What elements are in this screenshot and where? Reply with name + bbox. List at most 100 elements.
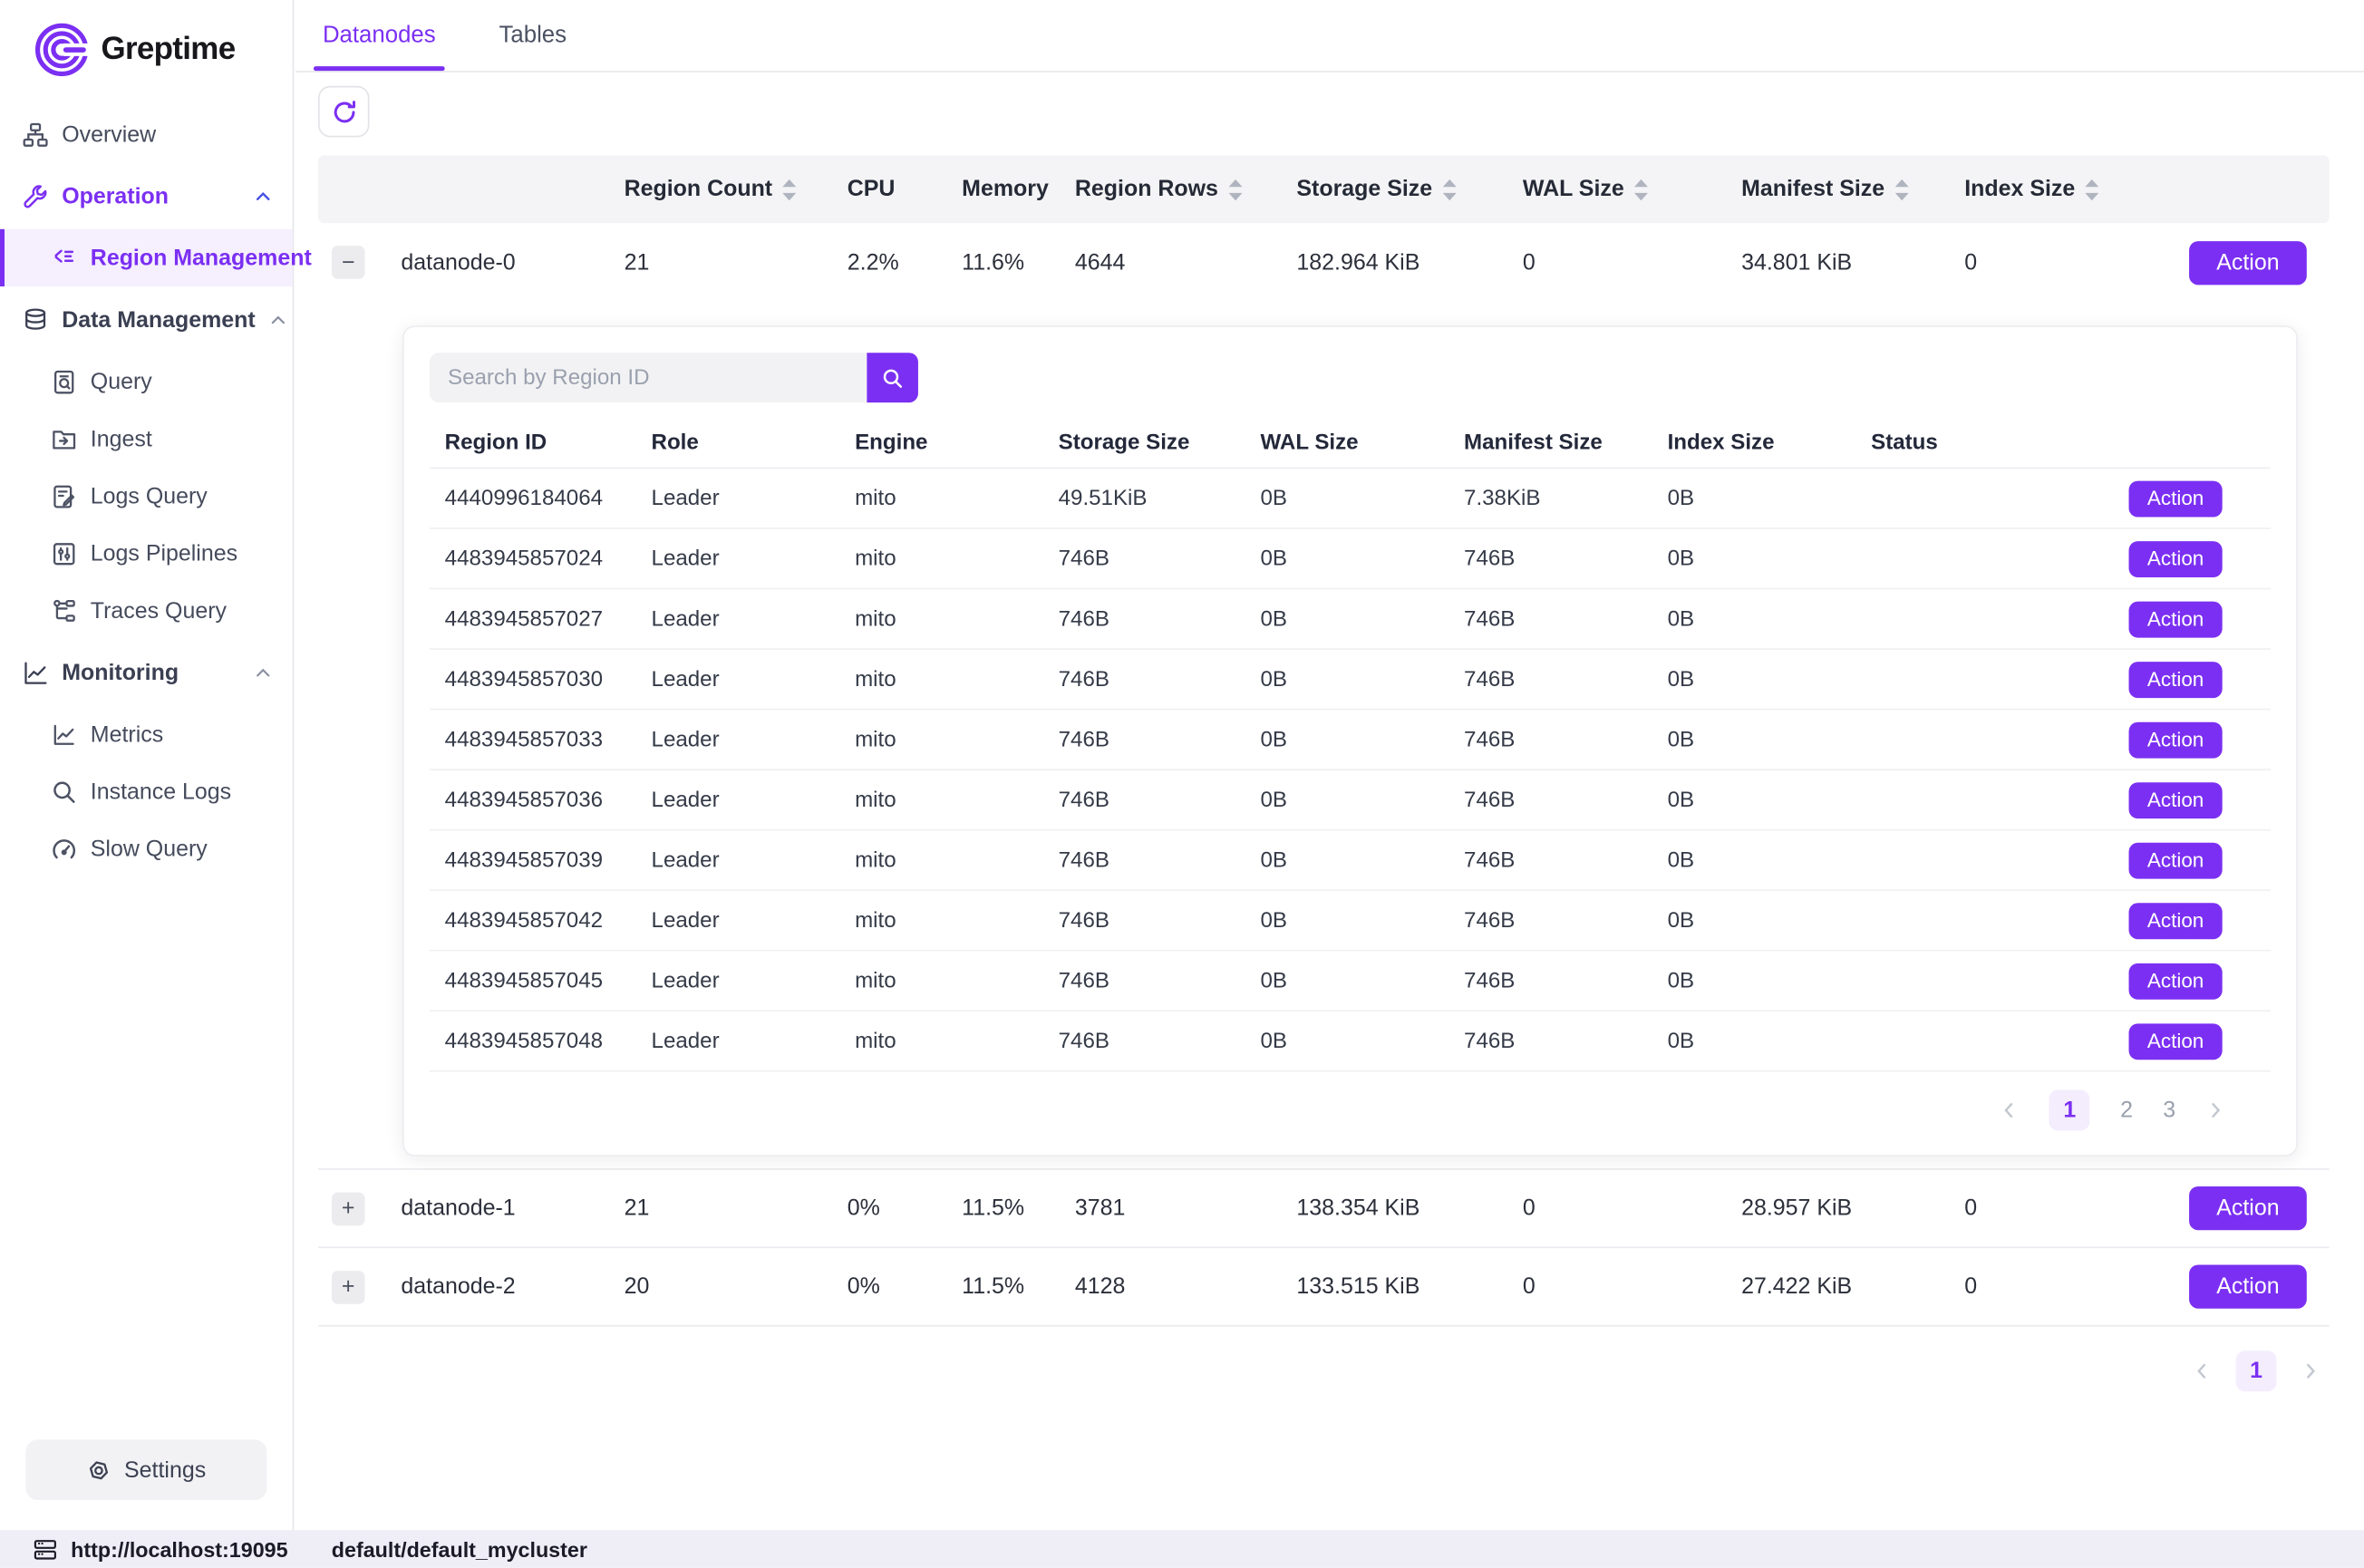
greptime-logo-icon bbox=[30, 18, 93, 82]
wal-size-cell: 0 bbox=[1523, 249, 1741, 275]
sidebar-section-data-management[interactable]: Data Management bbox=[0, 286, 293, 353]
sidebar-section-operation[interactable]: Operation bbox=[0, 163, 293, 229]
storage-size-cell: 746B bbox=[1059, 969, 1261, 993]
header-engine: Engine bbox=[855, 431, 1059, 455]
wrench-icon bbox=[23, 183, 48, 208]
region-id-cell: 4483945857039 bbox=[445, 848, 652, 873]
refresh-button[interactable] bbox=[318, 86, 370, 138]
datanode-action-button[interactable]: Action bbox=[2189, 240, 2307, 284]
region-action-button[interactable]: Action bbox=[2129, 721, 2223, 758]
datanode-name: datanode-2 bbox=[378, 1273, 624, 1299]
region-action-button[interactable]: Action bbox=[2129, 902, 2223, 938]
collapse-row-button[interactable]: − bbox=[332, 246, 365, 279]
region-search-input[interactable] bbox=[430, 353, 867, 402]
status-bar: http://localhost:19095 default/default_m… bbox=[0, 1530, 2364, 1568]
sidebar-item-ingest[interactable]: Ingest bbox=[0, 410, 293, 467]
sidebar-item-metrics[interactable]: Metrics bbox=[0, 705, 293, 762]
header-label: WAL Size bbox=[1523, 177, 1624, 202]
region-action-button[interactable]: Action bbox=[2129, 540, 2223, 576]
region-action-button[interactable]: Action bbox=[2129, 842, 2223, 878]
page-1[interactable]: 1 bbox=[2236, 1350, 2277, 1391]
role-cell: Leader bbox=[652, 486, 856, 510]
sort-icon bbox=[2086, 179, 2099, 199]
datanode-action-button[interactable]: Action bbox=[2189, 1186, 2307, 1230]
header-region-count[interactable]: Region Count bbox=[625, 177, 848, 202]
brand-logo[interactable]: Greptime bbox=[0, 0, 293, 105]
sidebar-item-region-management[interactable]: Region Management bbox=[0, 229, 293, 286]
server-url[interactable]: http://localhost:19095 bbox=[71, 1537, 287, 1562]
tab-tables[interactable]: Tables bbox=[499, 23, 567, 71]
storage-size-cell: 133.515 KiB bbox=[1296, 1273, 1522, 1299]
chevron-left-icon[interactable] bbox=[2192, 1361, 2212, 1381]
region-id-cell: 4440996184064 bbox=[445, 486, 652, 510]
region-action-button[interactable]: Action bbox=[2129, 601, 2223, 637]
active-tab-underline bbox=[314, 66, 445, 71]
sidebar-item-label: Ingest bbox=[91, 426, 152, 451]
region-row: 4483945857045 Leader mito 746B 0B 746B 0… bbox=[430, 952, 2271, 1012]
sidebar-item-logs-pipelines[interactable]: Logs Pipelines bbox=[0, 525, 293, 582]
header-index-size[interactable]: Index Size bbox=[1964, 177, 2189, 202]
engine-cell: mito bbox=[855, 848, 1059, 873]
manifest-size-cell: 746B bbox=[1464, 1029, 1668, 1053]
cpu-cell: 2.2% bbox=[848, 249, 962, 275]
region-action-button[interactable]: Action bbox=[2129, 781, 2223, 818]
page-3[interactable]: 3 bbox=[2163, 1098, 2175, 1123]
tab-datanodes[interactable]: Datanodes bbox=[323, 23, 436, 71]
document-search-icon bbox=[52, 369, 77, 394]
header-manifest-size[interactable]: Manifest Size bbox=[1741, 177, 1964, 202]
region-action-button[interactable]: Action bbox=[2129, 963, 2223, 999]
sort-icon bbox=[1634, 179, 1648, 199]
wal-size-cell: 0 bbox=[1523, 1195, 1741, 1221]
datanodes-table-header: Region Count CPU Memory Region Rows Stor… bbox=[318, 155, 2330, 223]
sidebar-item-query[interactable]: Query bbox=[0, 353, 293, 410]
memory-cell: 11.5% bbox=[962, 1273, 1075, 1299]
sort-icon bbox=[1895, 179, 1909, 199]
sidebar-item-traces-query[interactable]: Traces Query bbox=[0, 582, 293, 639]
header-wal-size[interactable]: WAL Size bbox=[1523, 177, 1741, 202]
sidebar-item-label: Region Management bbox=[91, 245, 312, 270]
region-rows: 4440996184064 Leader mito 49.51KiB 0B 7.… bbox=[430, 469, 2271, 1071]
region-action-button[interactable]: Action bbox=[2129, 480, 2223, 517]
settings-button[interactable]: Settings bbox=[25, 1439, 266, 1500]
sidebar-section-monitoring[interactable]: Monitoring bbox=[0, 639, 293, 705]
expand-row-button[interactable]: + bbox=[332, 1270, 365, 1303]
header-wal-size: WAL Size bbox=[1260, 431, 1464, 455]
page-2[interactable]: 2 bbox=[2120, 1098, 2133, 1123]
storage-size-cell: 746B bbox=[1059, 728, 1261, 752]
datanode-row-0: − datanode-0 21 2.2% 11.6% 4644 182.964 … bbox=[318, 223, 2330, 301]
header-region-rows[interactable]: Region Rows bbox=[1075, 177, 1297, 202]
search-icon bbox=[880, 365, 905, 390]
datanode-action-button[interactable]: Action bbox=[2189, 1264, 2307, 1308]
chevron-right-icon[interactable] bbox=[2205, 1100, 2225, 1120]
chevron-right-icon[interactable] bbox=[2301, 1361, 2320, 1381]
index-size-cell: 0B bbox=[1668, 788, 1872, 812]
sidebar-item-label: Metrics bbox=[91, 721, 163, 747]
header-storage-size[interactable]: Storage Size bbox=[1296, 177, 1522, 202]
sidebar-item-label: Logs Query bbox=[91, 483, 208, 508]
sidebar-item-instance-logs[interactable]: Instance Logs bbox=[0, 763, 293, 820]
region-action-button[interactable]: Action bbox=[2129, 1023, 2223, 1060]
cpu-cell: 0% bbox=[848, 1273, 962, 1299]
expanded-region-panel: Region ID Role Engine Storage Size WAL S… bbox=[318, 302, 2330, 1170]
sidebar-menu: Overview Operation bbox=[0, 105, 293, 1439]
region-action-button[interactable]: Action bbox=[2129, 661, 2223, 697]
chevron-up-icon bbox=[253, 663, 273, 682]
sidebar-item-logs-query[interactable]: Logs Query bbox=[0, 468, 293, 525]
sidebar-item-slow-query[interactable]: Slow Query bbox=[0, 820, 293, 877]
sidebar-item-overview[interactable]: Overview bbox=[0, 105, 293, 162]
chevron-left-icon[interactable] bbox=[2000, 1100, 2020, 1120]
manifest-size-cell: 27.422 KiB bbox=[1741, 1273, 1964, 1299]
index-size-cell: 0B bbox=[1668, 969, 1872, 993]
role-cell: Leader bbox=[652, 848, 856, 873]
storage-size-cell: 182.964 KiB bbox=[1296, 249, 1522, 275]
cluster-name[interactable]: default/default_mycluster bbox=[332, 1537, 587, 1562]
expand-row-button[interactable]: + bbox=[332, 1192, 365, 1225]
index-size-cell: 0B bbox=[1668, 606, 1872, 631]
page-1[interactable]: 1 bbox=[2049, 1090, 2090, 1131]
region-row: 4483945857030 Leader mito 746B 0B 746B 0… bbox=[430, 650, 2271, 711]
region-row: 4440996184064 Leader mito 49.51KiB 0B 7.… bbox=[430, 469, 2271, 529]
region-count-cell: 20 bbox=[625, 1273, 848, 1299]
region-search-button[interactable] bbox=[867, 353, 918, 402]
region-id-cell: 4483945857027 bbox=[445, 606, 652, 631]
magnifier-icon bbox=[52, 779, 77, 804]
